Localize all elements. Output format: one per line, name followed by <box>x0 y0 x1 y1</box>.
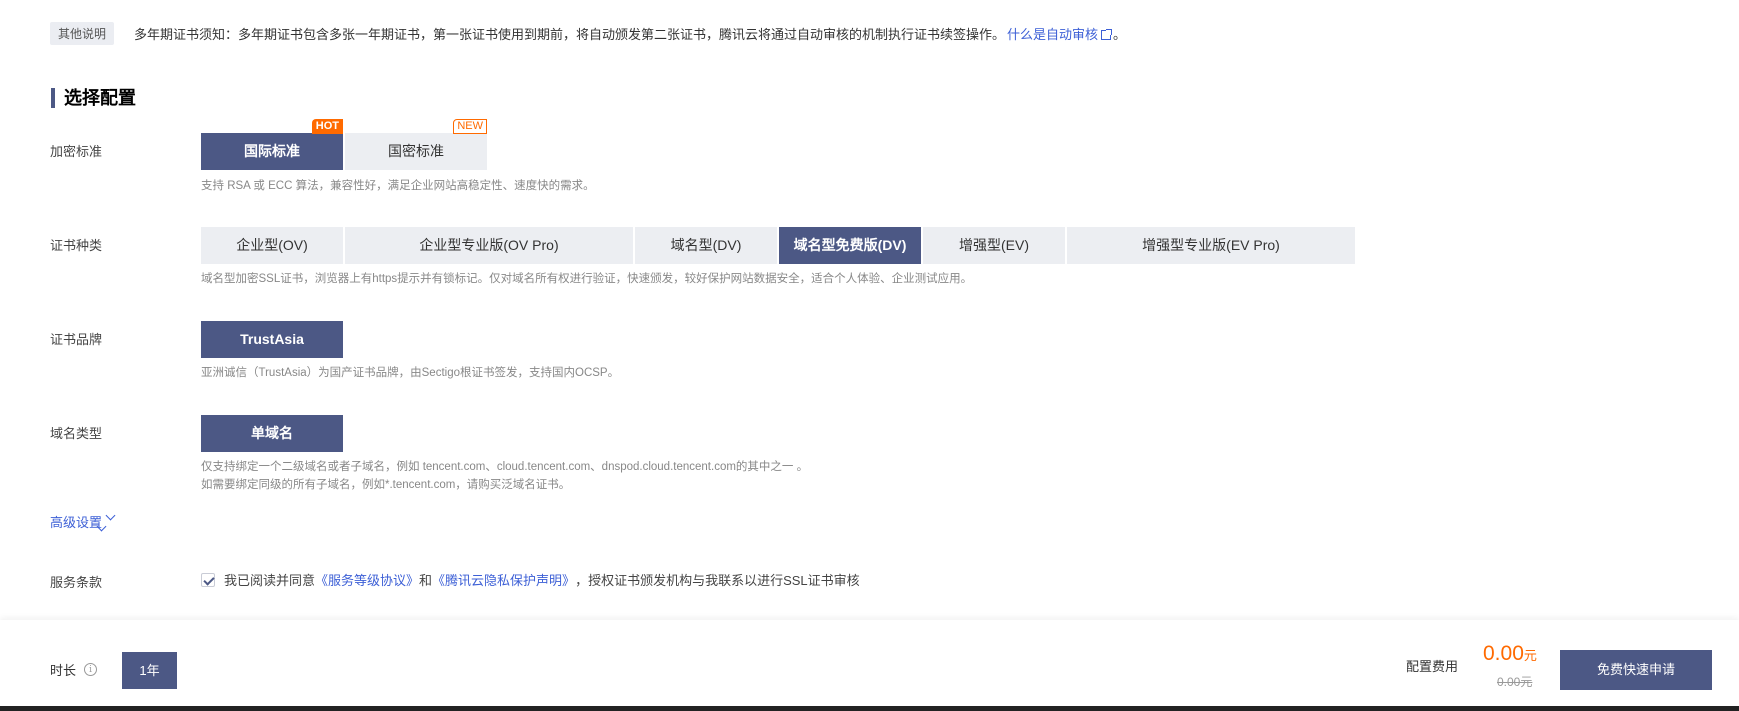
cert-type-desc: 域名型加密SSL证书，浏览器上有https提示并有锁标记。仅对域名所有权进行验证… <box>201 273 973 285</box>
option-single-domain[interactable]: 单域名 <box>201 415 343 452</box>
service-level-agreement-link[interactable]: 《服务等级协议》 <box>315 570 419 589</box>
domain-type-desc-2: 如需要绑定同级的所有子域名，例如*.tencent.com，请购买泛域名证书。 <box>201 479 571 491</box>
terms-and: 和 <box>419 573 433 588</box>
original-price: 0.00元 <box>1497 675 1533 689</box>
encryption-options: 国际标准 HOT 国密标准 NEW <box>201 119 489 170</box>
option-dv[interactable]: 域名型(DV) <box>635 227 777 264</box>
note-text-body: 多年期证书须知：多年期证书包含多张一年期证书，第一张证书使用到期前，将自动颁发第… <box>134 26 1006 42</box>
terms-prefix: 我已阅读并同意 <box>224 573 316 588</box>
option-international-label: 国际标准 <box>244 143 300 159</box>
option-ev-pro[interactable]: 增强型专业版(EV Pro) <box>1067 227 1355 264</box>
option-ov[interactable]: 企业型(OV) <box>201 227 343 264</box>
section-title: 选择配置 <box>51 88 136 108</box>
cert-type-options: 企业型(OV) 企业型专业版(OV Pro) 域名型(DV) 域名型免费版(DV… <box>201 227 1357 264</box>
external-link-icon <box>1101 28 1113 40</box>
hot-badge: HOT <box>311 119 343 134</box>
duration-option-1-year[interactable]: 1年 <box>122 652 177 689</box>
option-ov-pro[interactable]: 企业型专业版(OV Pro) <box>345 227 633 264</box>
encryption-label: 加密标准 <box>50 144 103 159</box>
terms-label: 服务条款 <box>50 575 103 590</box>
privacy-statement-link[interactable]: 《腾讯云隐私保护声明》 <box>432 570 575 589</box>
option-national-label: 国密标准 <box>388 143 444 159</box>
advanced-settings-label: 高级设置 <box>50 515 103 530</box>
chevron-down-icon <box>105 510 116 520</box>
price-unit: 元 <box>1523 648 1537 663</box>
brand-options: TrustAsia <box>201 321 345 358</box>
option-international-standard[interactable]: 国际标准 HOT <box>201 119 343 170</box>
note-text: 多年期证书须知：多年期证书包含多张一年期证书，第一张证书使用到期前，将自动颁发第… <box>134 24 1126 43</box>
brand-label: 证书品牌 <box>50 332 103 347</box>
note-row: 其他说明 多年期证书须知：多年期证书包含多张一年期证书，第一张证书使用到期前，将… <box>50 20 1126 46</box>
purchase-footer: 时长 i 1年 配置费用 0.00元 0.00元 免费快速申请 <box>0 620 1739 708</box>
advanced-settings-toggle[interactable]: 高级设置 <box>50 510 116 531</box>
domain-type-label: 域名类型 <box>50 426 103 441</box>
duration-label-group: 时长 i <box>50 660 98 679</box>
option-national-standard[interactable]: 国密标准 NEW <box>345 119 487 170</box>
encryption-desc: 支持 RSA 或 ECC 算法，兼容性好，满足企业网站高稳定性、速度快的需求。 <box>201 180 595 192</box>
domain-type-options: 单域名 <box>201 415 345 452</box>
terms-agreement: 我已阅读并同意 《服务等级协议》 和 《腾讯云隐私保护声明》 ，授权证书颁发机构… <box>201 570 860 589</box>
info-icon[interactable]: i <box>84 663 98 676</box>
fee-label: 配置费用 <box>1406 659 1459 674</box>
option-ev[interactable]: 增强型(EV) <box>923 227 1065 264</box>
note-end: 。 <box>1113 26 1127 42</box>
auto-review-link[interactable]: 什么是自动审核 <box>1007 27 1113 42</box>
domain-type-desc-1: 仅支持绑定一个二级域名或者子域名，例如 tencent.com、cloud.te… <box>201 461 809 473</box>
bottom-edge <box>0 706 1739 711</box>
auto-review-link-label: 什么是自动审核 <box>1007 26 1099 42</box>
current-price: 0.00元 <box>1483 642 1537 666</box>
new-badge: NEW <box>453 119 487 134</box>
price-value: 0.00 <box>1483 642 1524 665</box>
option-trustasia[interactable]: TrustAsia <box>201 321 343 358</box>
cert-type-label: 证书种类 <box>50 238 103 253</box>
terms-suffix: ，授权证书颁发机构与我联系以进行SSL证书审核 <box>575 573 860 588</box>
free-quick-apply-button[interactable]: 免费快速申请 <box>1560 650 1712 690</box>
duration-label: 时长 <box>50 663 77 678</box>
double-chevron-down-icon <box>96 510 116 531</box>
terms-checkbox[interactable] <box>201 572 215 587</box>
brand-desc: 亚洲诚信（TrustAsia）为国产证书品牌，由Sectigo根证书签发，支持国… <box>201 367 620 379</box>
note-tag: 其他说明 <box>50 21 115 45</box>
option-dv-free[interactable]: 域名型免费版(DV) <box>779 227 921 264</box>
